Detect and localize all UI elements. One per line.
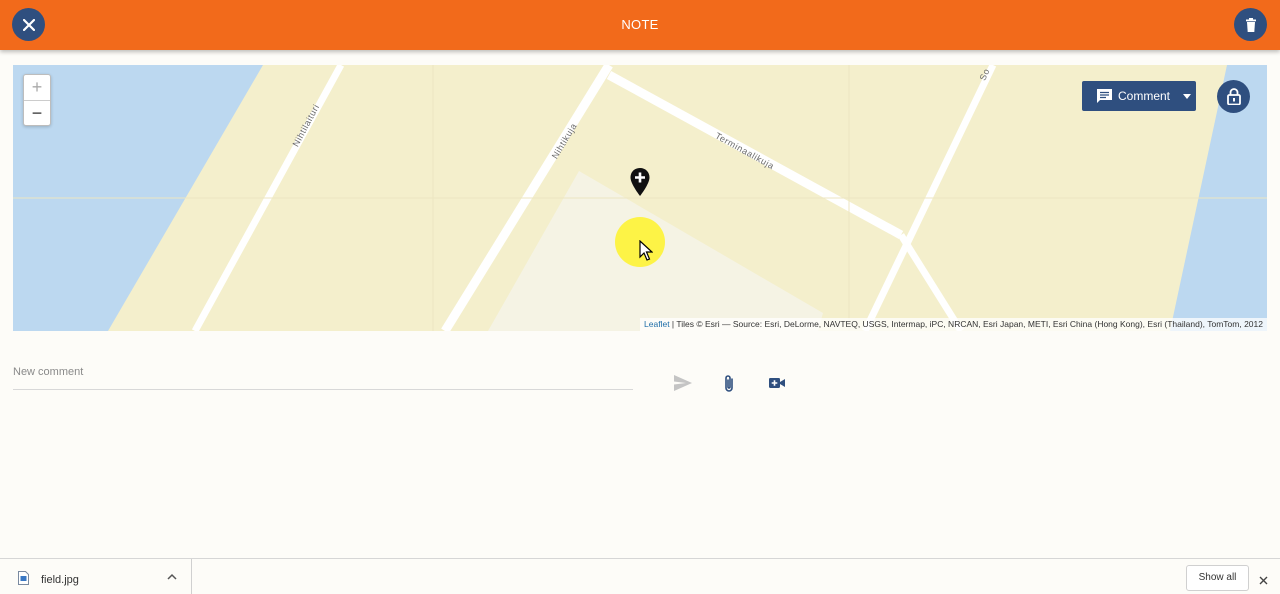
comment-button[interactable]: Comment [1082,81,1196,111]
paperclip-icon [725,375,733,392]
send-button[interactable] [673,374,693,392]
map-attribution: Leaflet | Tiles © Esri — Source: Esri, D… [640,318,1267,331]
download-bar: field.jpg Show all [0,558,1280,594]
new-comment-field[interactable] [13,362,633,390]
app-header: NOTE [0,0,1280,50]
zoom-control: + − [23,74,51,126]
image-file-icon [18,571,29,585]
video-button[interactable] [768,374,786,392]
show-all-button[interactable]: Show all [1186,565,1249,591]
attach-button[interactable] [722,374,736,394]
lock-button[interactable] [1217,80,1250,113]
lock-icon [1226,88,1241,105]
road-branch [898,233,964,331]
download-item[interactable]: field.jpg [0,559,192,594]
leaflet-link[interactable]: Leaflet [644,319,670,329]
map-pin-plus-icon[interactable] [630,168,650,201]
send-icon [674,375,692,391]
attribution-text: | Tiles © Esri — Source: Esri, DeLorme, … [669,319,1263,329]
chevron-up-icon[interactable] [167,573,177,581]
map-view[interactable]: Nihtilaituri Nihtikuja Terminaalikuja So… [13,65,1267,331]
delete-button[interactable] [1234,8,1267,41]
download-file-name: field.jpg [41,574,79,586]
chat-bubble-icon [1096,88,1113,104]
close-icon [1259,576,1268,585]
zoom-in-button[interactable]: + [24,75,50,101]
new-comment-input[interactable] [13,364,633,380]
chevron-down-icon[interactable] [1177,81,1196,111]
video-camera-plus-icon [769,378,785,388]
page-title: NOTE [621,17,659,32]
zoom-out-button[interactable]: − [24,101,50,126]
close-download-bar-button[interactable] [1259,572,1268,590]
trash-icon [1245,17,1256,32]
comment-button-label: Comment [1118,89,1171,103]
mouse-cursor-icon [639,240,653,261]
